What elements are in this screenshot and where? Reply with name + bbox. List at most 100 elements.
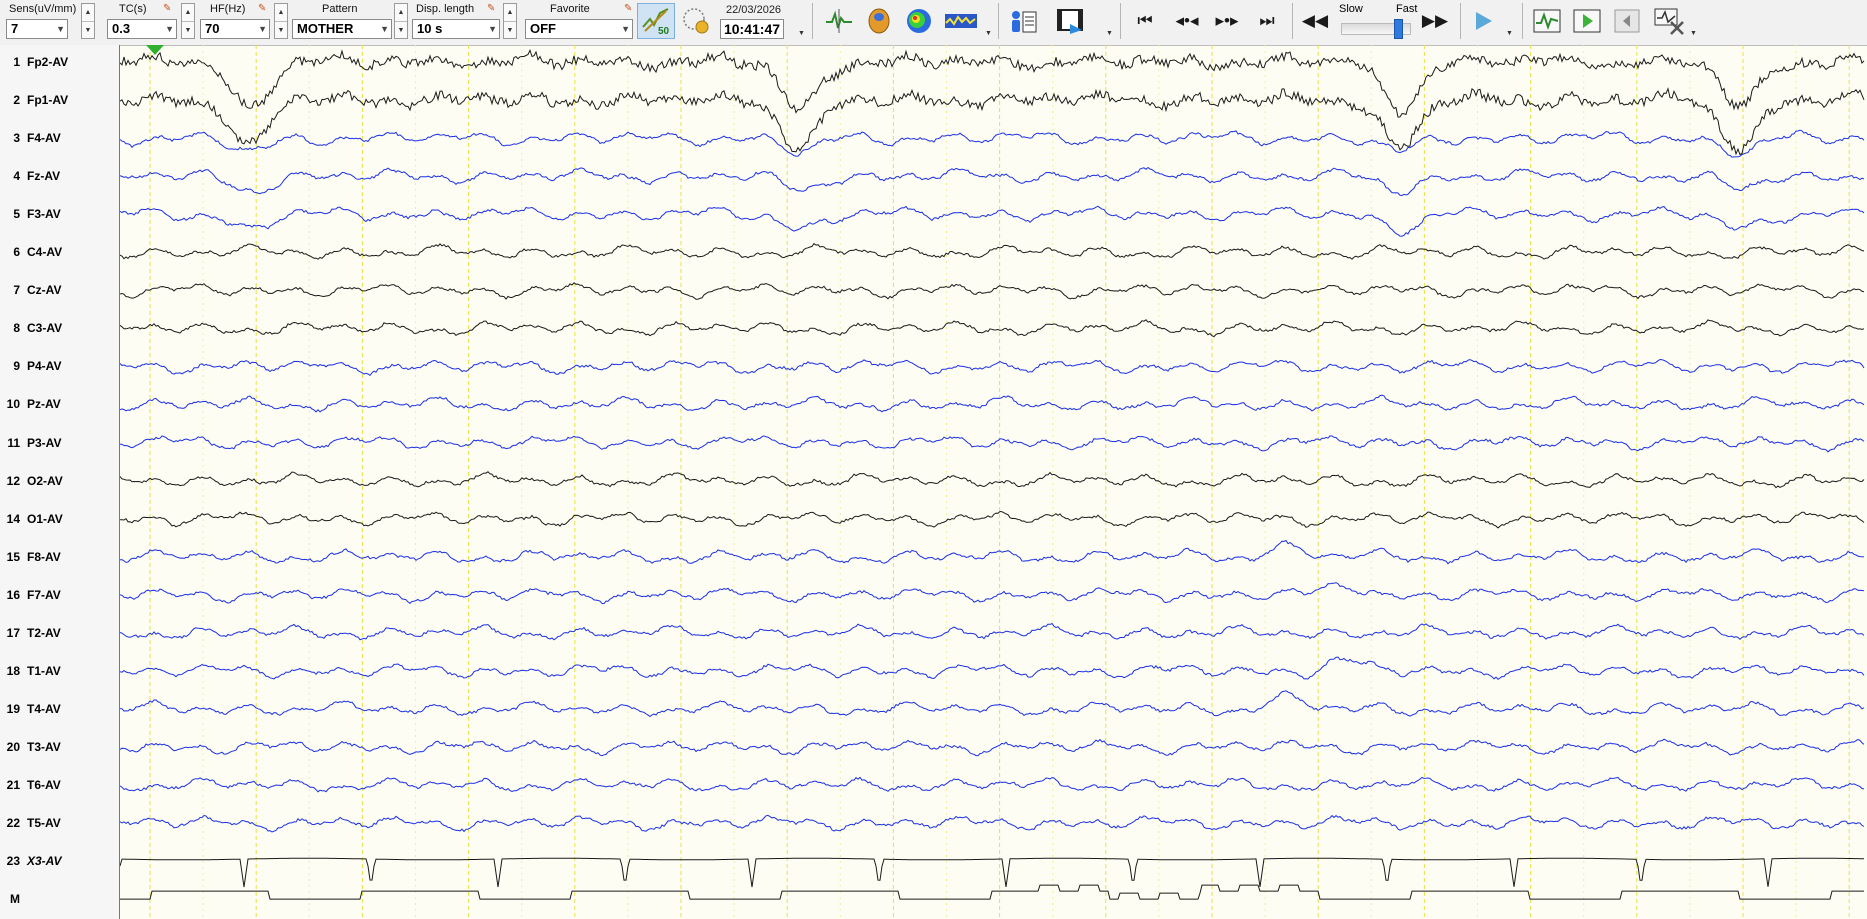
high-filter-select[interactable]: 70 ▼ xyxy=(200,19,270,39)
wave-filter-button[interactable]: 50 xyxy=(637,3,675,39)
channel-label-row[interactable]: 16 F7-AV xyxy=(0,585,120,605)
play-button[interactable] xyxy=(1466,3,1500,39)
rewind-button[interactable]: ◀◀ xyxy=(1298,3,1332,39)
edit-pencil-icon[interactable]: ✎ xyxy=(163,3,171,14)
channel-name: T2-AV xyxy=(27,625,61,640)
channel-label-row[interactable]: M xyxy=(0,889,120,909)
time-constant-select[interactable]: 0.3 ▼ xyxy=(107,19,177,39)
edit-pencil-icon[interactable]: ✎ xyxy=(624,3,632,14)
go-to-end-icon: ⏭ xyxy=(1259,11,1275,30)
video-icon xyxy=(1057,9,1083,34)
spin-down-icon[interactable]: ▼ xyxy=(504,21,516,39)
eeg-trace-fp2-av xyxy=(120,48,1865,118)
sensitivity-spinner[interactable]: ▲ ▼ xyxy=(81,3,95,39)
spectrum-button[interactable] xyxy=(942,3,980,39)
spin-down-icon[interactable]: ▼ xyxy=(182,21,194,39)
channel-label-row[interactable]: 10 Pz-AV xyxy=(0,394,120,414)
step-forward-button[interactable]: ▸•▸ xyxy=(1210,3,1244,39)
spin-up-icon[interactable]: ▲ xyxy=(504,4,516,21)
spin-down-icon[interactable]: ▼ xyxy=(275,21,287,39)
edit-pencil-icon[interactable]: ✎ xyxy=(258,3,266,14)
sensitivity-value: 7 xyxy=(11,21,19,36)
channel-label-row[interactable]: 18 T1-AV xyxy=(0,661,120,681)
channel-number: 20 xyxy=(6,739,20,754)
channel-label-row[interactable]: 1 Fp2-AV xyxy=(0,52,120,72)
spike-marker-button[interactable] xyxy=(822,3,856,39)
spin-up-icon[interactable]: ▲ xyxy=(82,4,94,21)
eeg-trace-area[interactable] xyxy=(120,45,1867,919)
channel-label-row[interactable]: 3 F4-AV xyxy=(0,128,120,148)
fast-forward-button[interactable]: ▶▶ xyxy=(1418,3,1452,39)
trace-view-button[interactable] xyxy=(1530,3,1564,39)
collapse-panel-button[interactable] xyxy=(1610,3,1644,39)
high-filter-spinner[interactable]: ▲ ▼ xyxy=(274,3,288,39)
channel-label-row[interactable]: 20 T3-AV xyxy=(0,737,120,757)
channel-label-row[interactable]: 8 C3-AV xyxy=(0,318,120,338)
spin-down-icon[interactable]: ▼ xyxy=(82,21,94,39)
video-button[interactable] xyxy=(1054,3,1088,39)
channel-label-row[interactable]: 7 Cz-AV xyxy=(0,280,120,300)
channel-number: 8 xyxy=(13,321,20,336)
time-constant-spinner[interactable]: ▲ ▼ xyxy=(181,3,195,39)
edit-pencil-icon[interactable]: ✎ xyxy=(487,3,495,14)
spin-up-icon[interactable]: ▲ xyxy=(275,4,287,21)
playback-speed-slider[interactable]: Slow Fast xyxy=(1339,0,1417,44)
patient-info-button[interactable] xyxy=(1006,3,1040,39)
slider-thumb[interactable] xyxy=(1393,19,1403,39)
channel-label-row[interactable]: 5 F3-AV xyxy=(0,204,120,224)
recording-time[interactable]: 10:41:47 xyxy=(720,19,784,39)
sensitivity-select[interactable]: 7 ▼ xyxy=(6,19,68,39)
settings-grid-button[interactable] xyxy=(679,3,713,39)
channel-name: F8-AV xyxy=(27,549,61,564)
pattern-select[interactable]: MOTHER ▼ xyxy=(292,19,392,39)
channel-label-row[interactable]: 2 Fp1-AV xyxy=(0,90,120,110)
channel-label-row[interactable]: 21 T6-AV xyxy=(0,775,120,795)
display-length-select[interactable]: 10 s ▼ xyxy=(412,19,500,39)
channel-name: X3-AV xyxy=(27,854,62,869)
display-length-spinner[interactable]: ▲ ▼ xyxy=(503,3,517,39)
chevron-down-icon[interactable]: ▼ xyxy=(1106,30,1113,37)
eeg-trace-t3-av xyxy=(120,738,1865,757)
edit-tools-button[interactable] xyxy=(1650,3,1690,39)
sensitivity-control: Sens(uV/mm) 7 ▼ ▲ ▼ xyxy=(0,0,100,44)
channel-label-row[interactable]: 15 F8-AV xyxy=(0,547,120,567)
go-to-end-button[interactable]: ⏭ xyxy=(1250,3,1284,39)
channel-number: 16 xyxy=(6,587,20,602)
channel-number: 4 xyxy=(13,169,20,184)
channel-label-row[interactable]: 4 Fz-AV xyxy=(0,166,120,186)
pattern-spinner[interactable]: ▲ ▼ xyxy=(394,3,408,39)
channel-number: 11 xyxy=(7,435,20,450)
channel-label-row[interactable]: 19 T4-AV xyxy=(0,699,120,719)
eeg-trace-o2-av xyxy=(120,471,1865,489)
channel-label-row[interactable]: 14 O1-AV xyxy=(0,509,120,529)
chevron-down-icon[interactable]: ▼ xyxy=(1506,30,1513,37)
spin-down-icon[interactable]: ▼ xyxy=(395,21,407,39)
channel-name: Cz-AV xyxy=(27,283,62,298)
go-to-start-button[interactable]: ⏮ xyxy=(1128,3,1162,39)
channel-label-row[interactable]: 6 C4-AV xyxy=(0,242,120,262)
channel-label-row[interactable]: 23 X3-AV xyxy=(0,851,120,871)
time-constant-label: TC(s) xyxy=(119,3,147,15)
chevron-down-icon[interactable]: ▼ xyxy=(985,30,992,37)
toolbar: Sens(uV/mm) 7 ▼ ▲ ▼ TC(s) ✎ 0.3 ▼ ▲ ▼ HF(Hz)… xyxy=(0,0,1867,46)
eeg-trace-f3-av xyxy=(120,205,1865,237)
topography-button[interactable] xyxy=(902,3,936,39)
favorite-select[interactable]: OFF ▼ xyxy=(525,19,633,39)
channel-number: 3 xyxy=(13,131,20,146)
spin-up-icon[interactable]: ▲ xyxy=(182,4,194,21)
chevron-down-icon[interactable]: ▼ xyxy=(798,30,805,37)
head-map-button[interactable] xyxy=(862,3,896,39)
channel-label-row[interactable]: 9 P4-AV xyxy=(0,356,120,376)
chevron-down-icon: ▼ xyxy=(488,24,497,34)
play-segment-button[interactable] xyxy=(1570,3,1604,39)
toolbar-separator xyxy=(1292,3,1293,39)
chevron-down-icon[interactable]: ▼ xyxy=(1690,30,1697,37)
step-back-button[interactable]: ◂•◂ xyxy=(1170,3,1204,39)
channel-label-row[interactable]: 17 T2-AV xyxy=(0,623,120,643)
event-marker-icon[interactable] xyxy=(146,45,164,55)
channel-label-row[interactable]: 11 P3-AV xyxy=(0,433,120,453)
channel-label-row[interactable]: 22 T5-AV xyxy=(0,813,120,833)
fast-forward-icon: ▶▶ xyxy=(1421,11,1449,30)
channel-label-row[interactable]: 12 O2-AV xyxy=(0,471,120,491)
spin-up-icon[interactable]: ▲ xyxy=(395,4,407,21)
